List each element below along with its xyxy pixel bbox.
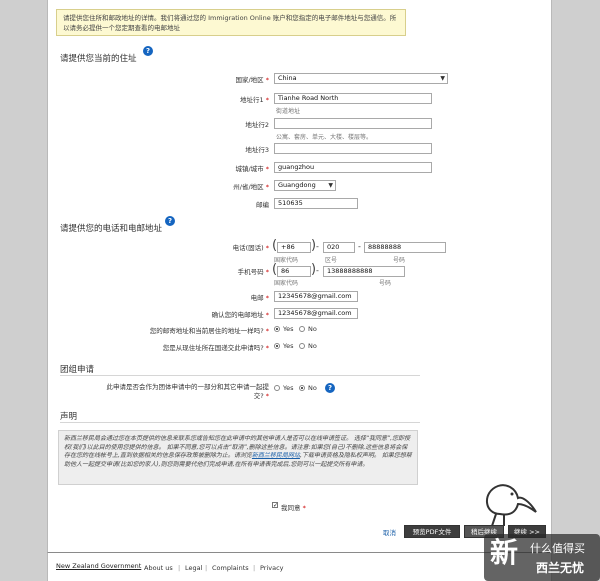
- street1-input[interactable]: Tianhe Road North: [274, 93, 432, 104]
- contact-section-title: 请提供您的电话和电邮地址: [60, 224, 163, 234]
- help-icon[interactable]: ?: [143, 46, 153, 56]
- apply-from-country-question: 您是从现住址所在国递交此申请吗? *: [162, 344, 269, 352]
- country-selected-value: China: [278, 74, 297, 82]
- phone-number-hint: 号码: [393, 257, 406, 264]
- mobile-dash: -: [316, 266, 319, 275]
- agree-checkbox[interactable]: ✓: [272, 502, 278, 509]
- street3-input[interactable]: [274, 143, 432, 154]
- watermark-overlay: 新 什么值得买 西兰无忧: [484, 534, 600, 581]
- street2-label: 地址行2: [245, 121, 269, 129]
- postcode-label: 邮编: [256, 201, 269, 209]
- same-address-no-label: No: [308, 325, 317, 333]
- address-section-title: 请提供您当前的住址: [60, 54, 137, 64]
- group-yes-label: Yes: [283, 384, 294, 392]
- mobile-number-hint: 号码: [379, 280, 392, 287]
- agree-label: 我同意 *: [281, 504, 306, 512]
- email-input[interactable]: 12345678@gmail.com: [274, 291, 358, 302]
- phone-area-hint: 区号: [325, 257, 338, 264]
- state-select[interactable]: Guangdong ▼: [274, 180, 336, 191]
- footer-link-about[interactable]: About us: [144, 564, 173, 572]
- mobile-label: 手机号码 *: [237, 268, 269, 276]
- watermark-author: 西兰无忧: [536, 561, 585, 575]
- help-icon[interactable]: ?: [325, 383, 335, 393]
- kiwi-bird-icon: [486, 484, 537, 527]
- preview-pdf-button[interactable]: 预览PDF文件: [404, 525, 460, 538]
- same-address-question: 您的邮寄地址和当前居住的地址一样吗? *: [149, 327, 269, 335]
- footer-link-legal[interactable]: Legal: [185, 564, 202, 572]
- apply-from-country-yes-radio[interactable]: [274, 343, 280, 349]
- section-divider: [60, 422, 420, 423]
- state-label: 州/省/地区 *: [233, 183, 269, 191]
- group-yes-radio[interactable]: [274, 385, 280, 391]
- phone-dash: -: [316, 242, 319, 251]
- phone-country-hint: 国家代码: [274, 257, 299, 264]
- same-address-yes-radio[interactable]: [274, 326, 280, 332]
- footer-link-complaints[interactable]: Complaints: [212, 564, 249, 572]
- watermark-site-name: 什么值得买: [530, 542, 585, 555]
- country-select[interactable]: China ▼: [274, 73, 448, 84]
- street2-hint: 公寓、套房、单元、大楼、楼层等。: [276, 134, 373, 141]
- phone-area-input[interactable]: 020: [323, 242, 355, 253]
- watermark-logo-char: 新: [490, 536, 519, 569]
- nz-government-logo[interactable]: New Zealand Government: [56, 562, 141, 570]
- street1-hint: 街道地址: [276, 108, 301, 115]
- mobile-number-input[interactable]: 13888888888: [323, 266, 405, 277]
- inz-website-link[interactable]: 新西兰移民局网站: [252, 452, 300, 459]
- phone-label: 电话(固话) *: [232, 244, 269, 252]
- same-address-yes-label: Yes: [283, 325, 294, 333]
- declaration-box: 新西兰移民局会通过您在本页提供的信息来联系您或告知您在此申请中的其他申请人是否可…: [58, 430, 418, 485]
- phone-number-input[interactable]: 88888888: [364, 242, 446, 253]
- email-confirm-label: 确认您的电邮地址 *: [211, 311, 269, 319]
- help-icon[interactable]: ?: [165, 216, 175, 226]
- city-label: 城镇/城市 *: [235, 165, 269, 173]
- phone-dash: -: [358, 242, 361, 251]
- state-selected-value: Guangdong: [278, 181, 316, 189]
- country-label: 国家/地区 *: [235, 76, 269, 84]
- email-confirm-input[interactable]: 12345678@gmail.com: [274, 308, 358, 319]
- mobile-country-hint: 国家代码: [274, 280, 299, 287]
- chevron-down-icon: ▼: [440, 75, 445, 82]
- info-notice: 请提供您住所和邮政地址的详情。我们将通过您的 Immigration Onlin…: [56, 9, 406, 36]
- site-footer: New Zealand Government About us | Legal …: [47, 552, 552, 581]
- declaration-title: 声明: [60, 412, 78, 422]
- footer-separator: |: [253, 564, 256, 572]
- section-divider: [60, 375, 420, 376]
- notice-text: 请提供您住所和邮政地址的详情。我们将通过您的 Immigration Onlin…: [63, 14, 397, 32]
- group-no-label: No: [308, 384, 317, 392]
- footer-separator: |: [178, 564, 181, 572]
- email-label: 电邮 *: [250, 294, 269, 302]
- group-question: 此申请是否会作为团体申请中的一部分和其它申请一起提交? *: [106, 383, 270, 400]
- street1-label: 地址行1 *: [240, 96, 269, 104]
- group-no-radio[interactable]: [299, 385, 305, 391]
- apply-from-country-no-label: No: [308, 342, 317, 350]
- city-input[interactable]: guangzhou: [274, 162, 432, 173]
- group-section-title: 团组申请: [60, 365, 95, 375]
- footer-link-privacy[interactable]: Privacy: [260, 564, 284, 572]
- phone-country-input[interactable]: +86: [277, 242, 311, 253]
- same-address-no-radio[interactable]: [299, 326, 305, 332]
- street2-input[interactable]: [274, 118, 432, 129]
- footer-separator: |: [205, 564, 208, 572]
- apply-from-country-yes-label: Yes: [283, 342, 294, 350]
- apply-from-country-no-radio[interactable]: [299, 343, 305, 349]
- mobile-country-input[interactable]: 86: [277, 266, 311, 277]
- chevron-down-icon: ▼: [328, 182, 333, 189]
- cancel-link[interactable]: 取消: [383, 527, 396, 537]
- postcode-input[interactable]: 510635: [274, 198, 358, 209]
- street3-label: 地址行3: [245, 146, 269, 154]
